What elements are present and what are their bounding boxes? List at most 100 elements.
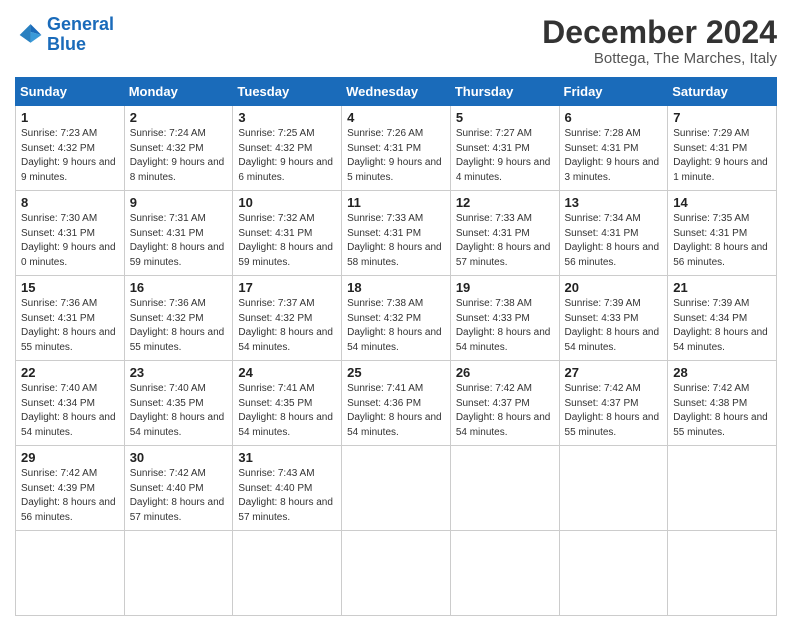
day-number: 9 bbox=[130, 195, 228, 210]
logo-text: General Blue bbox=[47, 15, 114, 55]
day-number: 28 bbox=[673, 365, 771, 380]
col-monday: Monday bbox=[124, 78, 233, 106]
day-number: 20 bbox=[565, 280, 663, 295]
table-cell bbox=[124, 531, 233, 616]
day-number: 25 bbox=[347, 365, 445, 380]
cell-info: Sunrise: 7:38 AM Sunset: 4:32 PM Dayligh… bbox=[347, 297, 445, 355]
col-thursday: Thursday bbox=[450, 78, 559, 106]
table-cell: 7 Sunrise: 7:29 AM Sunset: 4:31 PM Dayli… bbox=[668, 106, 777, 191]
day-number: 1 bbox=[21, 110, 119, 125]
cell-info: Sunrise: 7:42 AM Sunset: 4:38 PM Dayligh… bbox=[673, 382, 771, 440]
cell-info: Sunrise: 7:35 AM Sunset: 4:31 PM Dayligh… bbox=[673, 212, 771, 270]
cell-info: Sunrise: 7:29 AM Sunset: 4:31 PM Dayligh… bbox=[673, 127, 771, 185]
day-number: 24 bbox=[238, 365, 336, 380]
day-number: 12 bbox=[456, 195, 554, 210]
cell-info: Sunrise: 7:36 AM Sunset: 4:31 PM Dayligh… bbox=[21, 297, 119, 355]
table-cell: 15 Sunrise: 7:36 AM Sunset: 4:31 PM Dayl… bbox=[16, 276, 125, 361]
week-row-2: 8 Sunrise: 7:30 AM Sunset: 4:31 PM Dayli… bbox=[16, 191, 777, 276]
week-row-3: 15 Sunrise: 7:36 AM Sunset: 4:31 PM Dayl… bbox=[16, 276, 777, 361]
title-block: December 2024 Bottega, The Marches, Ital… bbox=[542, 15, 777, 67]
cell-info: Sunrise: 7:39 AM Sunset: 4:34 PM Dayligh… bbox=[673, 297, 771, 355]
col-sunday: Sunday bbox=[16, 78, 125, 106]
cell-info: Sunrise: 7:42 AM Sunset: 4:37 PM Dayligh… bbox=[565, 382, 663, 440]
table-cell: 3 Sunrise: 7:25 AM Sunset: 4:32 PM Dayli… bbox=[233, 106, 342, 191]
cell-info: Sunrise: 7:25 AM Sunset: 4:32 PM Dayligh… bbox=[238, 127, 336, 185]
table-cell bbox=[450, 446, 559, 531]
table-cell: 30 Sunrise: 7:42 AM Sunset: 4:40 PM Dayl… bbox=[124, 446, 233, 531]
cell-info: Sunrise: 7:42 AM Sunset: 4:39 PM Dayligh… bbox=[21, 467, 119, 525]
table-cell bbox=[559, 531, 668, 616]
logo: General Blue bbox=[15, 15, 114, 55]
table-cell bbox=[342, 531, 451, 616]
day-number: 22 bbox=[21, 365, 119, 380]
table-cell: 16 Sunrise: 7:36 AM Sunset: 4:32 PM Dayl… bbox=[124, 276, 233, 361]
location: Bottega, The Marches, Italy bbox=[542, 50, 777, 67]
header: General Blue December 2024 Bottega, The … bbox=[15, 15, 777, 67]
cell-info: Sunrise: 7:43 AM Sunset: 4:40 PM Dayligh… bbox=[238, 467, 336, 525]
day-number: 27 bbox=[565, 365, 663, 380]
col-tuesday: Tuesday bbox=[233, 78, 342, 106]
day-number: 14 bbox=[673, 195, 771, 210]
logo-blue: Blue bbox=[47, 34, 86, 54]
page: General Blue December 2024 Bottega, The … bbox=[0, 0, 792, 631]
table-cell bbox=[233, 531, 342, 616]
day-number: 4 bbox=[347, 110, 445, 125]
table-cell: 26 Sunrise: 7:42 AM Sunset: 4:37 PM Dayl… bbox=[450, 361, 559, 446]
day-number: 13 bbox=[565, 195, 663, 210]
table-cell: 25 Sunrise: 7:41 AM Sunset: 4:36 PM Dayl… bbox=[342, 361, 451, 446]
cell-info: Sunrise: 7:34 AM Sunset: 4:31 PM Dayligh… bbox=[565, 212, 663, 270]
cell-info: Sunrise: 7:41 AM Sunset: 4:36 PM Dayligh… bbox=[347, 382, 445, 440]
table-cell: 19 Sunrise: 7:38 AM Sunset: 4:33 PM Dayl… bbox=[450, 276, 559, 361]
day-number: 16 bbox=[130, 280, 228, 295]
table-cell: 18 Sunrise: 7:38 AM Sunset: 4:32 PM Dayl… bbox=[342, 276, 451, 361]
header-row: Sunday Monday Tuesday Wednesday Thursday… bbox=[16, 78, 777, 106]
cell-info: Sunrise: 7:31 AM Sunset: 4:31 PM Dayligh… bbox=[130, 212, 228, 270]
cell-info: Sunrise: 7:40 AM Sunset: 4:35 PM Dayligh… bbox=[130, 382, 228, 440]
cell-info: Sunrise: 7:33 AM Sunset: 4:31 PM Dayligh… bbox=[347, 212, 445, 270]
table-cell bbox=[450, 531, 559, 616]
cell-info: Sunrise: 7:28 AM Sunset: 4:31 PM Dayligh… bbox=[565, 127, 663, 185]
day-number: 30 bbox=[130, 450, 228, 465]
cell-info: Sunrise: 7:23 AM Sunset: 4:32 PM Dayligh… bbox=[21, 127, 119, 185]
table-cell: 12 Sunrise: 7:33 AM Sunset: 4:31 PM Dayl… bbox=[450, 191, 559, 276]
table-cell: 22 Sunrise: 7:40 AM Sunset: 4:34 PM Dayl… bbox=[16, 361, 125, 446]
day-number: 15 bbox=[21, 280, 119, 295]
day-number: 10 bbox=[238, 195, 336, 210]
day-number: 5 bbox=[456, 110, 554, 125]
cell-info: Sunrise: 7:27 AM Sunset: 4:31 PM Dayligh… bbox=[456, 127, 554, 185]
day-number: 23 bbox=[130, 365, 228, 380]
day-number: 18 bbox=[347, 280, 445, 295]
table-cell bbox=[668, 446, 777, 531]
table-cell: 9 Sunrise: 7:31 AM Sunset: 4:31 PM Dayli… bbox=[124, 191, 233, 276]
cell-info: Sunrise: 7:41 AM Sunset: 4:35 PM Dayligh… bbox=[238, 382, 336, 440]
table-cell: 24 Sunrise: 7:41 AM Sunset: 4:35 PM Dayl… bbox=[233, 361, 342, 446]
day-number: 2 bbox=[130, 110, 228, 125]
cell-info: Sunrise: 7:42 AM Sunset: 4:37 PM Dayligh… bbox=[456, 382, 554, 440]
logo-general: General bbox=[47, 14, 114, 34]
table-cell: 13 Sunrise: 7:34 AM Sunset: 4:31 PM Dayl… bbox=[559, 191, 668, 276]
cell-info: Sunrise: 7:32 AM Sunset: 4:31 PM Dayligh… bbox=[238, 212, 336, 270]
table-cell: 31 Sunrise: 7:43 AM Sunset: 4:40 PM Dayl… bbox=[233, 446, 342, 531]
table-cell: 27 Sunrise: 7:42 AM Sunset: 4:37 PM Dayl… bbox=[559, 361, 668, 446]
cell-info: Sunrise: 7:36 AM Sunset: 4:32 PM Dayligh… bbox=[130, 297, 228, 355]
table-cell bbox=[559, 446, 668, 531]
cell-info: Sunrise: 7:30 AM Sunset: 4:31 PM Dayligh… bbox=[21, 212, 119, 270]
cell-info: Sunrise: 7:26 AM Sunset: 4:31 PM Dayligh… bbox=[347, 127, 445, 185]
table-cell: 6 Sunrise: 7:28 AM Sunset: 4:31 PM Dayli… bbox=[559, 106, 668, 191]
day-number: 11 bbox=[347, 195, 445, 210]
day-number: 8 bbox=[21, 195, 119, 210]
table-cell: 14 Sunrise: 7:35 AM Sunset: 4:31 PM Dayl… bbox=[668, 191, 777, 276]
table-cell: 21 Sunrise: 7:39 AM Sunset: 4:34 PM Dayl… bbox=[668, 276, 777, 361]
day-number: 6 bbox=[565, 110, 663, 125]
table-cell: 1 Sunrise: 7:23 AM Sunset: 4:32 PM Dayli… bbox=[16, 106, 125, 191]
day-number: 19 bbox=[456, 280, 554, 295]
table-cell: 10 Sunrise: 7:32 AM Sunset: 4:31 PM Dayl… bbox=[233, 191, 342, 276]
table-cell: 5 Sunrise: 7:27 AM Sunset: 4:31 PM Dayli… bbox=[450, 106, 559, 191]
logo-icon bbox=[15, 21, 43, 49]
day-number: 26 bbox=[456, 365, 554, 380]
day-number: 29 bbox=[21, 450, 119, 465]
table-cell: 17 Sunrise: 7:37 AM Sunset: 4:32 PM Dayl… bbox=[233, 276, 342, 361]
table-cell: 29 Sunrise: 7:42 AM Sunset: 4:39 PM Dayl… bbox=[16, 446, 125, 531]
month-title: December 2024 bbox=[542, 15, 777, 50]
week-row-1: 1 Sunrise: 7:23 AM Sunset: 4:32 PM Dayli… bbox=[16, 106, 777, 191]
